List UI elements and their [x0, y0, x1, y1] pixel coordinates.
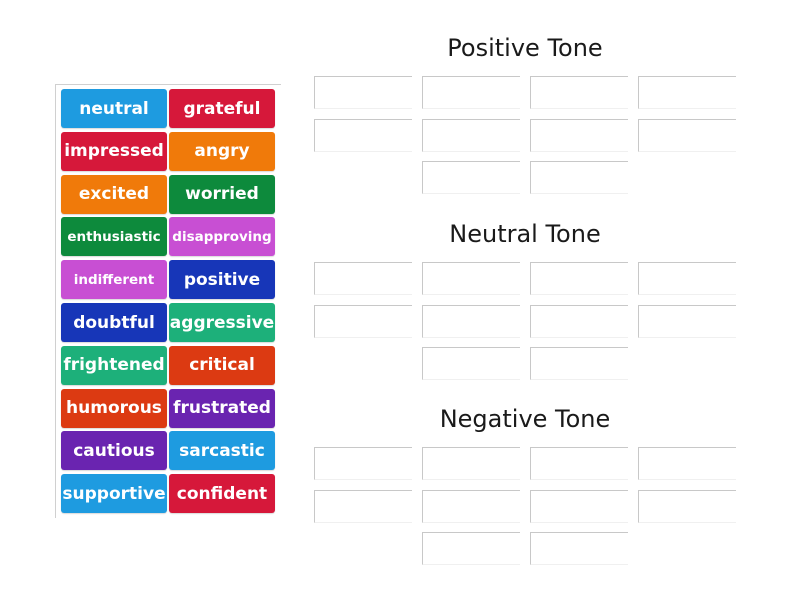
word-tile-frightened[interactable]: frightened [61, 345, 167, 385]
word-tile-enthusiastic[interactable]: enthusiastic [61, 217, 167, 257]
drop-slot[interactable] [314, 262, 412, 295]
word-tile-panel: neutral grateful impressed angry excited worr… [55, 84, 281, 518]
word-tile-neutral[interactable]: neutral [61, 89, 167, 128]
drop-slot[interactable] [314, 305, 412, 338]
drop-slot[interactable] [530, 161, 628, 194]
word-tile-positive[interactable]: positive [169, 260, 275, 300]
word-tile-indifferent[interactable]: indifferent [61, 260, 167, 300]
drop-slot[interactable] [530, 347, 628, 380]
word-tile-doubtful[interactable]: doubtful [61, 303, 167, 342]
drop-slot[interactable] [638, 262, 736, 295]
word-tile-disapproving[interactable]: disapproving [169, 217, 275, 257]
word-tile-critical[interactable]: critical [169, 345, 275, 385]
drop-slot[interactable] [530, 262, 628, 295]
word-tile-sarcastic[interactable]: sarcastic [169, 431, 275, 471]
word-tile-excited[interactable]: excited [61, 174, 167, 214]
drop-slot[interactable] [530, 76, 628, 109]
word-tile-supportive[interactable]: supportive [61, 474, 167, 514]
drop-slot[interactable] [638, 447, 736, 480]
drop-slot[interactable] [530, 305, 628, 338]
word-tile-humorous[interactable]: humorous [61, 388, 167, 428]
drop-slot[interactable] [422, 347, 520, 380]
drop-slot[interactable] [422, 76, 520, 109]
drop-slot[interactable] [422, 262, 520, 295]
group-title: Positive Tone [447, 34, 603, 62]
drop-slot[interactable] [422, 447, 520, 480]
group-title: Negative Tone [439, 405, 611, 433]
drop-slot[interactable] [314, 119, 412, 152]
drop-slot[interactable] [638, 305, 736, 338]
word-tile-grateful[interactable]: grateful [169, 89, 275, 128]
word-tile-confident[interactable]: confident [169, 474, 275, 514]
drop-slot[interactable] [314, 490, 412, 523]
word-tile-frustrated[interactable]: frustrated [169, 388, 275, 428]
drop-slot[interactable] [638, 119, 736, 152]
drop-slot[interactable] [530, 490, 628, 523]
drop-slot[interactable] [530, 119, 628, 152]
drop-slot[interactable] [422, 119, 520, 152]
drop-slot[interactable] [422, 161, 520, 194]
drop-slot[interactable] [422, 305, 520, 338]
drop-slot[interactable] [314, 76, 412, 109]
drop-slot[interactable] [638, 76, 736, 109]
drop-slot[interactable] [530, 532, 628, 565]
drop-slot[interactable] [422, 532, 520, 565]
drop-slot[interactable] [422, 490, 520, 523]
word-tile-aggressive[interactable]: aggressive [169, 303, 275, 342]
word-tile-angry[interactable]: angry [169, 131, 275, 171]
word-tile-cautious[interactable]: cautious [61, 431, 167, 471]
word-tile-worried[interactable]: worried [169, 174, 275, 214]
word-tile-impressed[interactable]: impressed [61, 131, 167, 171]
drop-slot[interactable] [638, 490, 736, 523]
drop-slot[interactable] [314, 447, 412, 480]
drop-slot[interactable] [530, 447, 628, 480]
group-title: Neutral Tone [449, 220, 601, 248]
